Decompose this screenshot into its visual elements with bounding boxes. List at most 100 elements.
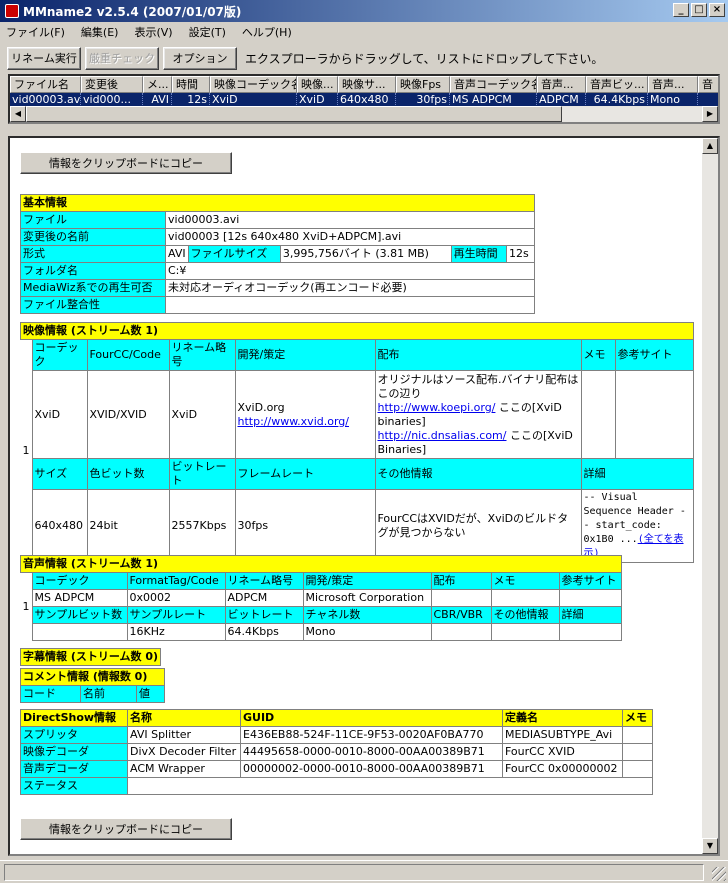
folder-label: フォルダ名	[20, 262, 166, 280]
ds-h-def: 定義名	[502, 709, 623, 727]
scroll-left-icon[interactable]: ◀	[10, 106, 26, 122]
audio-h-tag: FormatTag/Code	[126, 572, 226, 590]
copy-clipboard-button-top[interactable]: 情報をクリップボードにコピー	[20, 152, 232, 174]
video-bitrate: 2557Kbps	[168, 489, 236, 563]
menu-help[interactable]: ヘルプ(H)	[242, 24, 292, 40]
col-time[interactable]: 時間	[172, 76, 210, 93]
cell-audio-abbr: ADPCM	[537, 93, 586, 107]
menu-view[interactable]: 表示(V)	[134, 24, 172, 40]
ds-video-decoder-memo	[622, 743, 653, 761]
ds-status-value	[127, 777, 653, 795]
ds-splitter-def: MEDIASUBTYPE_Avi	[502, 726, 623, 744]
video-fps: 30fps	[234, 489, 376, 563]
directshow-header: DirectShow情報	[20, 709, 128, 727]
col-audio-abbr[interactable]: 音声...	[537, 76, 586, 93]
col-newname[interactable]: 変更後	[81, 76, 143, 93]
video-h-detail: 詳細	[580, 458, 694, 490]
scroll-up-icon[interactable]: ▲	[702, 138, 718, 154]
scroll-right-icon[interactable]: ▶	[702, 106, 718, 122]
col-media[interactable]: メ...	[143, 76, 172, 93]
video-dist-link1[interactable]: http://www.koepi.org/	[378, 401, 496, 414]
minimize-button[interactable]: _	[673, 3, 689, 17]
col-video-size[interactable]: 映像サ...	[338, 76, 396, 93]
integrity-value	[165, 296, 535, 314]
ds-audio-decoder-label: 音声デコーダ	[20, 760, 128, 778]
video-h-abbr: リネーム略号	[168, 339, 236, 371]
col-video-codec[interactable]: 映像コーデック名	[210, 76, 297, 93]
audio-h-cbr: CBR/VBR	[430, 606, 492, 624]
audio-h-codec: コーデック	[31, 572, 128, 590]
strict-check-button[interactable]: 厳重チェック	[85, 46, 159, 70]
rename-button[interactable]: リネーム実行	[7, 46, 81, 70]
cell-newname: vid000...	[81, 93, 143, 107]
audio-detail	[558, 623, 622, 641]
video-dev: XviD.org	[237, 400, 285, 414]
video-dist-link2[interactable]: http://nic.dnsalias.com/	[378, 429, 507, 442]
video-size: 640x480	[31, 489, 88, 563]
ds-audio-decoder-def: FourCC 0x00000002	[502, 760, 623, 778]
menu-settings[interactable]: 設定(T)	[189, 24, 226, 40]
audio-bits	[31, 623, 128, 641]
file-list[interactable]: ファイル名 変更後 メ... 時間 映像コーデック名 映像... 映像サ... …	[8, 74, 720, 124]
list-hscroll-thumb[interactable]	[26, 106, 562, 122]
info-vscrollbar[interactable]: ▲ ▼	[702, 138, 718, 854]
cell-audio-ch: Mono	[648, 93, 698, 107]
scroll-down-icon[interactable]: ▼	[702, 838, 718, 854]
audio-dev: Microsoft Corporation	[302, 589, 432, 607]
col-filename[interactable]: ファイル名	[10, 76, 81, 93]
menu-file[interactable]: ファイル(F)	[6, 24, 65, 40]
video-dist-text: オリジナルはソース配布.バイナリ配布はこの辺り	[377, 372, 579, 400]
ds-splitter-memo	[622, 726, 653, 744]
close-button[interactable]: ×	[709, 3, 725, 17]
menu-edit[interactable]: 編集(E)	[81, 24, 119, 40]
video-h-bits: 色ビット数	[86, 458, 170, 490]
col-audio-ch[interactable]: 音声...	[648, 76, 698, 93]
audio-bitrate: 64.4Kbps	[224, 623, 304, 641]
cell-video-abbr: XviD	[297, 93, 338, 107]
ds-video-decoder-name: DivX Decoder Filter	[127, 743, 241, 761]
ds-h-name: 名称	[127, 709, 241, 727]
audio-memo	[490, 589, 560, 607]
ds-status-label: ステータス	[20, 777, 128, 795]
col-audio-bitrate[interactable]: 音声ビッ...	[586, 76, 648, 93]
option-button[interactable]: オプション	[163, 46, 237, 70]
audio-abbr: ADPCM	[224, 589, 304, 607]
video-h-other: その他情報	[374, 458, 582, 490]
video-memo	[580, 370, 616, 459]
status-pane	[4, 864, 704, 881]
comment-h-name: 名前	[80, 685, 137, 703]
col-video-abbr[interactable]: 映像...	[297, 76, 338, 93]
col-audio-more[interactable]: 音	[698, 76, 718, 93]
audio-h-site: 参考サイト	[558, 572, 622, 590]
video-h-size: サイズ	[31, 458, 88, 490]
subtitle-info-table: 字幕情報 (ストリーム数 0)	[19, 648, 162, 666]
list-row[interactable]: vid00003.avi vid000... AVI 12s XviD XviD…	[10, 93, 718, 107]
drop-hint: エクスプローラからドラッグして、リストにドロップして下さい。	[245, 51, 604, 66]
window-title: MMname2 v2.5.4 (2007/01/07版)	[23, 4, 242, 19]
filesize-value: 3,995,756バイト (3.81 MB)	[279, 245, 452, 263]
video-detail-cell: -- Visual Sequence Header -- start_code:…	[580, 489, 694, 563]
audio-channels: Mono	[302, 623, 432, 641]
mediawiz-label: MediaWiz系での再生可否	[20, 279, 166, 297]
list-hscrollbar[interactable]: ◀ ▶	[10, 106, 718, 122]
audio-h-dev: 開発/策定	[302, 572, 432, 590]
file-label: ファイル	[20, 211, 166, 229]
video-info-table: 映像情報 (ストリーム数 1) 1 コーデック FourCC/Code リネーム…	[20, 322, 694, 563]
ds-splitter-guid: E436EB88-524F-11CE-9F53-0020AF0BA770	[240, 726, 503, 744]
video-dev-link[interactable]: http://www.xvid.org/	[238, 415, 349, 428]
toolbar: リネーム実行 厳重チェック オプション エクスプローラからドラッグして、リストに…	[0, 44, 728, 72]
video-h-memo: メモ	[580, 339, 616, 371]
list-header: ファイル名 変更後 メ... 時間 映像コーデック名 映像... 映像サ... …	[10, 76, 718, 93]
video-bits: 24bit	[86, 489, 170, 563]
resize-grip-icon[interactable]	[712, 867, 726, 881]
video-site	[614, 370, 694, 459]
col-audio-codec[interactable]: 音声コーデック名	[450, 76, 537, 93]
col-video-fps[interactable]: 映像Fps	[396, 76, 450, 93]
video-info-header: 映像情報 (ストリーム数 1)	[20, 322, 694, 340]
folder-value: C:¥	[165, 262, 535, 280]
maximize-button[interactable]: □	[691, 3, 707, 17]
subtitle-info-header: 字幕情報 (ストリーム数 0)	[19, 648, 162, 666]
video-h-dist: 配布	[374, 339, 582, 371]
ds-video-decoder-guid: 44495658-0000-0010-8000-00AA00389B71	[240, 743, 503, 761]
copy-clipboard-button-bottom[interactable]: 情報をクリップボードにコピー	[20, 818, 232, 840]
